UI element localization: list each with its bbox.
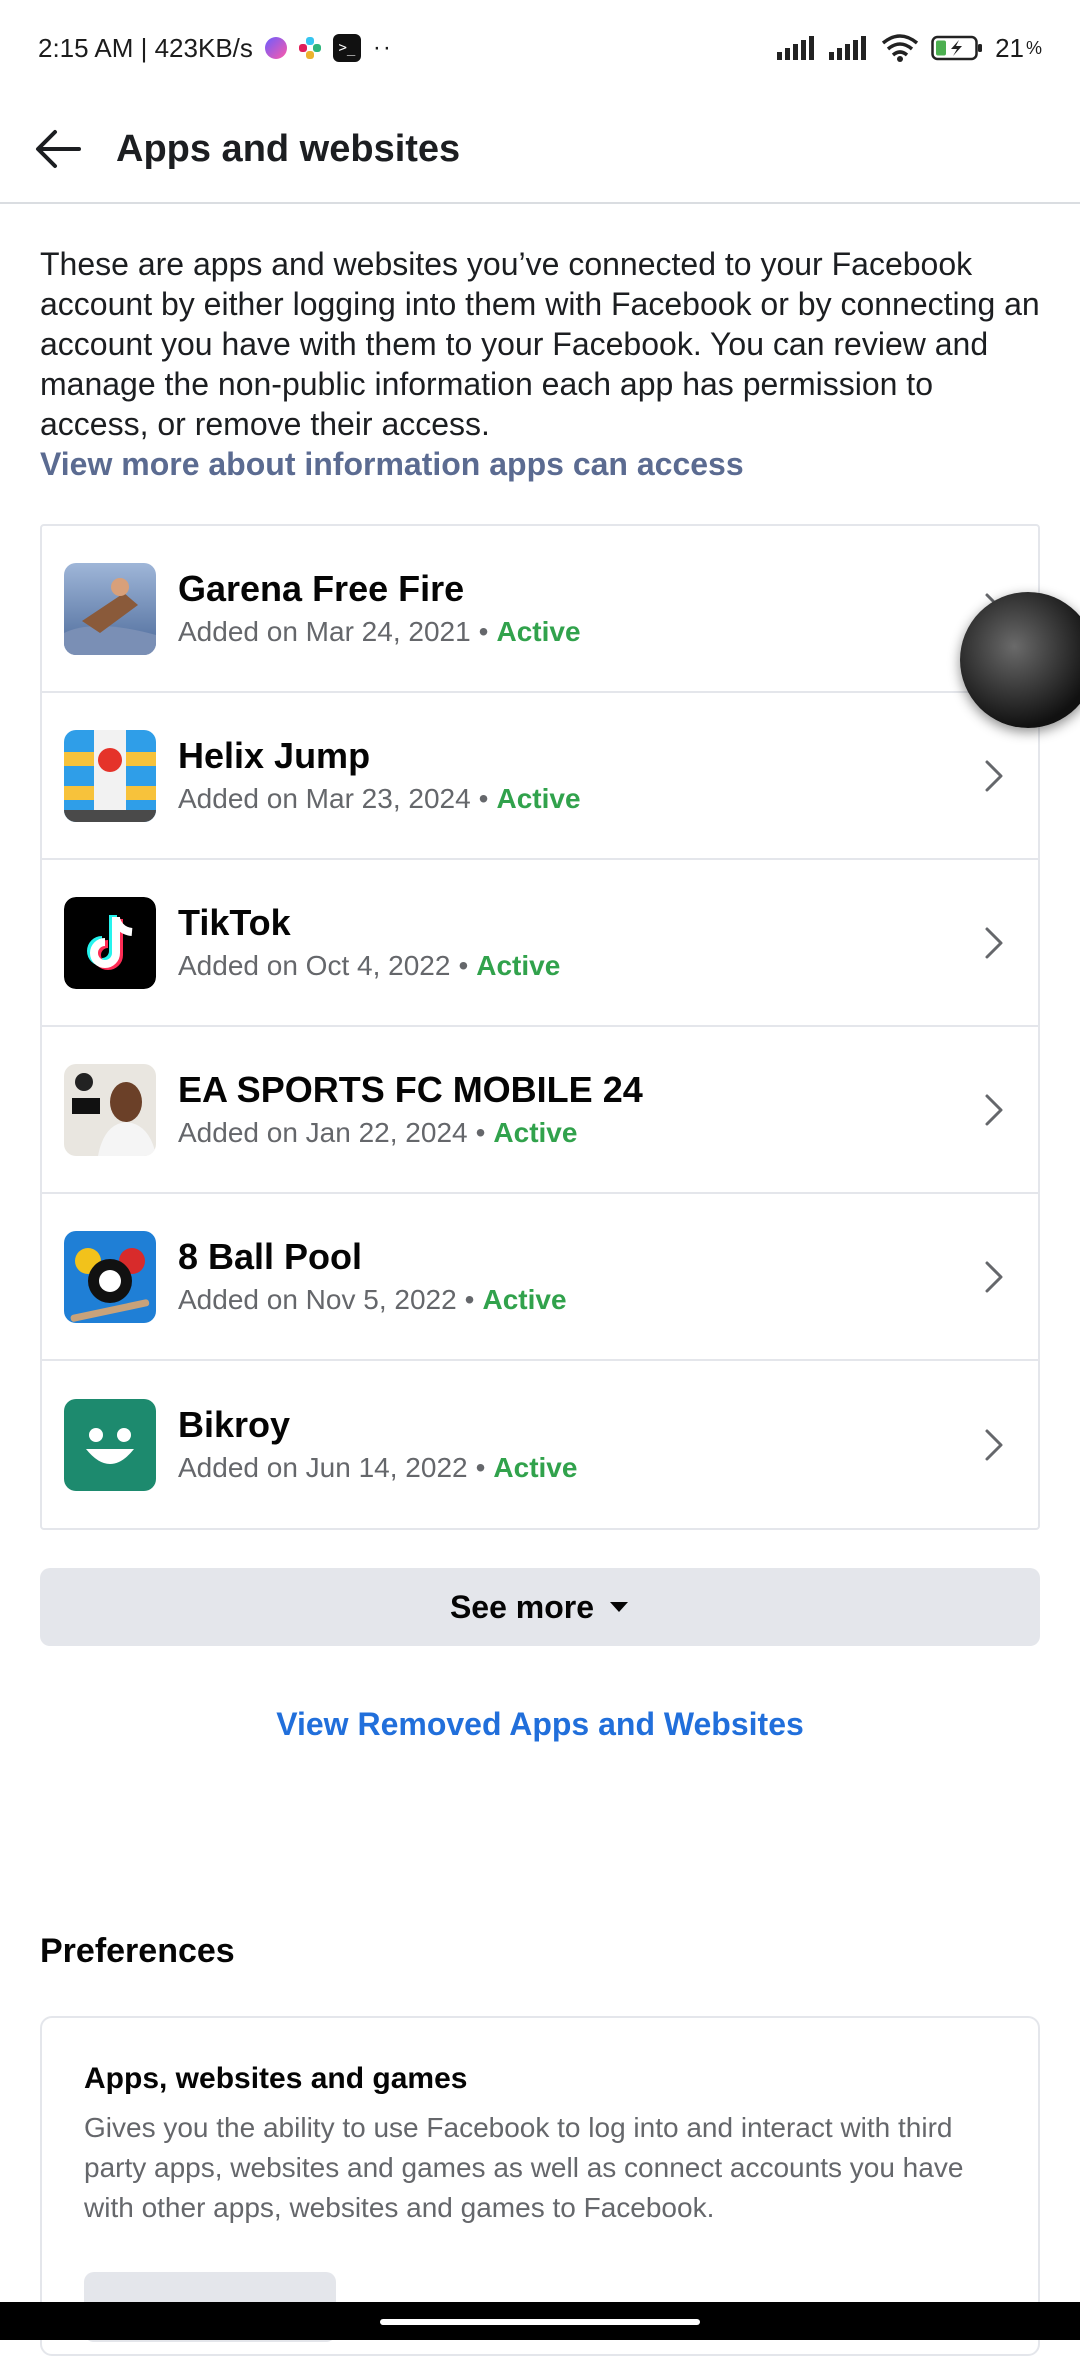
battery-percent: 21 (995, 32, 1024, 63)
app-name: 8 Ball Pool (178, 1235, 363, 1277)
app-row-helix-jump[interactable]: Helix Jump Added on Mar 23, 2024 • Active (42, 693, 1038, 860)
page-title: Apps and websites (116, 127, 461, 170)
app-row-ea-sports-fc-mobile[interactable]: EA SPORTS FC MOBILE 24 Added on Jan 22, … (42, 1027, 1038, 1194)
app-meta: Added on Jun 14, 2022 • Active (178, 1449, 964, 1487)
tiktok-icon (64, 896, 156, 989)
slack-icon (298, 37, 321, 59)
app-added-date: Added on Jan 22, 2024 (178, 1116, 468, 1148)
app-status: Active (493, 1116, 578, 1148)
app-meta: Added on Nov 5, 2022 • Active (178, 1281, 964, 1319)
separator: • (458, 949, 469, 981)
connected-apps-list: Garena Free Fire Added on Mar 24, 2021 • A… (40, 524, 1040, 1530)
app-text: Helix Jump Added on Mar 23, 2024 • Active (178, 734, 964, 818)
app-meta: Added on Mar 23, 2024 • Active (178, 780, 964, 818)
8-ball-pool-icon (64, 1230, 156, 1323)
separator: • (464, 1283, 475, 1315)
back-arrow-icon (36, 130, 81, 168)
app-name: TikTok (178, 901, 291, 943)
status-time: 2:15 AM | 423KB/s (38, 32, 253, 63)
app-text: Bikroy Added on Jun 14, 2022 • Active (178, 1403, 964, 1487)
status-bar: 2:15 AM | 423KB/s >_ ·· 21 % (0, 0, 1080, 96)
chevron-right-icon (964, 1080, 1024, 1140)
app-status: Active (496, 782, 581, 814)
app-name: Helix Jump (178, 734, 371, 776)
signal-icon (777, 36, 815, 60)
chevron-right-icon (964, 1247, 1024, 1307)
separator: • (475, 1451, 486, 1483)
percent-sign: % (1025, 37, 1042, 58)
app-meta: Added on Mar 24, 2021 • Active (178, 613, 964, 651)
app-added-date: Added on Mar 23, 2024 (178, 782, 471, 814)
separator: • (478, 782, 489, 814)
app-row-tiktok[interactable]: TikTok Added on Oct 4, 2022 • Active (42, 860, 1038, 1027)
app-meta: Added on Jan 22, 2024 • Active (178, 1114, 964, 1152)
intro-section: These are apps and websites you’ve conne… (40, 244, 1040, 484)
view-more-info-link[interactable]: View more about information apps can acc… (40, 444, 1040, 484)
chevron-right-icon (964, 1415, 1024, 1475)
see-more-label: See more (449, 1588, 595, 1625)
garena-free-fire-icon (64, 562, 156, 655)
separator: • (478, 615, 489, 647)
back-button[interactable] (0, 95, 116, 203)
chevron-right-icon (964, 746, 1024, 806)
app-status: Active (496, 615, 581, 647)
app-row-bikroy[interactable]: Bikroy Added on Jun 14, 2022 • Active (42, 1361, 1038, 1528)
pref-card-description: Gives you the ability to use Facebook to… (84, 2112, 964, 2223)
status-left: 2:15 AM | 423KB/s >_ ·· (38, 33, 393, 64)
preferences-heading: Preferences (40, 1932, 235, 1970)
intro-text: These are apps and websites you’ve conne… (40, 246, 1040, 442)
terminal-icon: >_ (332, 34, 361, 62)
app-name: EA SPORTS FC MOBILE 24 (178, 1068, 643, 1110)
separator: • (475, 1116, 486, 1148)
helix-jump-icon (64, 729, 156, 822)
app-status: Active (482, 1283, 567, 1315)
messenger-icon (264, 37, 287, 59)
view-removed-apps-link[interactable]: View Removed Apps and Websites (0, 1706, 1080, 1743)
bikroy-icon (64, 1398, 156, 1491)
app-name: Garena Free Fire (178, 567, 465, 609)
more-notifications-icon: ·· (372, 34, 393, 61)
app-added-date: Added on Mar 24, 2021 (178, 615, 471, 647)
home-gesture-handle[interactable] (380, 2319, 700, 2325)
app-status: Active (476, 949, 561, 981)
app-added-date: Added on Nov 5, 2022 (178, 1283, 457, 1315)
app-text: TikTok Added on Oct 4, 2022 • Active (178, 901, 964, 985)
status-right: 21 % (777, 33, 1042, 64)
app-text: Garena Free Fire Added on Mar 24, 2021 • A… (178, 567, 964, 651)
signal-icon-2 (829, 36, 867, 60)
app-row-garena-free-fire[interactable]: Garena Free Fire Added on Mar 24, 2021 • A… (42, 526, 1038, 693)
app-bar: Apps and websites (0, 96, 1080, 204)
ea-sports-fc-icon (64, 1063, 156, 1156)
app-text: 8 Ball Pool Added on Nov 5, 2022 • Active (178, 1235, 964, 1319)
caret-down-icon (610, 1602, 629, 1612)
app-name: Bikroy (178, 1403, 291, 1445)
app-added-date: Added on Oct 4, 2022 (178, 949, 451, 981)
app-meta: Added on Oct 4, 2022 • Active (178, 947, 964, 985)
app-status: Active (493, 1451, 578, 1483)
app-row-8-ball-pool[interactable]: 8 Ball Pool Added on Nov 5, 2022 • Active (42, 1194, 1038, 1361)
battery-icon (931, 35, 983, 61)
app-text: EA SPORTS FC MOBILE 24 Added on Jan 22, … (178, 1068, 964, 1152)
chevron-right-icon (964, 913, 1024, 973)
pref-card-title: Apps, websites and games (84, 2062, 468, 2095)
see-more-button[interactable]: See more (40, 1568, 1040, 1646)
wifi-icon (881, 34, 919, 62)
app-added-date: Added on Jun 14, 2022 (178, 1451, 468, 1483)
